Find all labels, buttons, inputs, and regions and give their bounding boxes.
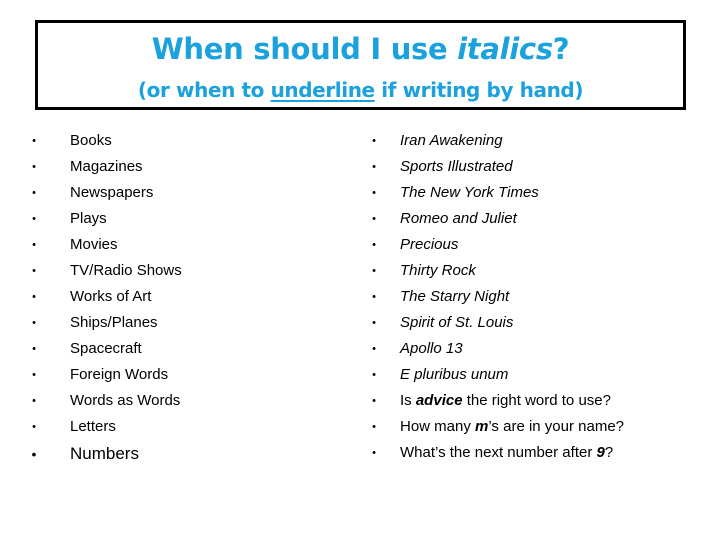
bullet-icon: •: [372, 447, 376, 459]
bullet-icon: •: [372, 187, 376, 199]
example-title: Precious: [400, 236, 459, 253]
example-sentence: Is advice the right word to use?: [400, 388, 611, 414]
list-item: • Books: [28, 128, 348, 154]
bullet-icon: •: [372, 239, 376, 251]
bullet-icon: •: [372, 395, 376, 407]
list-item: • Newspapers: [28, 180, 348, 206]
bullet-icon: •: [32, 239, 36, 251]
list-item: • E pluribus unum: [368, 362, 708, 388]
list-item: • Is advice the right word to use?: [368, 388, 708, 414]
bullet-icon: •: [372, 291, 376, 303]
list-item-text: Ships/Planes: [70, 314, 158, 331]
subtitle-emphasis: underline: [270, 78, 376, 102]
title-suffix: ?: [552, 32, 570, 66]
list-item: • Letters: [28, 414, 348, 440]
bullet-icon: •: [32, 265, 36, 277]
list-item: • The New York Times: [368, 180, 708, 206]
example-title: Thirty Rock: [400, 262, 476, 279]
list-item: • Sports Illustrated: [368, 154, 708, 180]
list-item-text: Works of Art: [70, 288, 152, 305]
bullet-icon: •: [32, 343, 36, 355]
bullet-icon: •: [372, 213, 376, 225]
bullet-icon: •: [32, 395, 36, 407]
page-title: When should I use italics?: [38, 31, 683, 67]
list-item: • The Starry Night: [368, 284, 708, 310]
bullet-icon: •: [32, 291, 36, 303]
list-item: • Thirty Rock: [368, 258, 708, 284]
bullet-icon: •: [372, 317, 376, 329]
bullet-icon: •: [32, 187, 36, 199]
bullet-icon: •: [372, 161, 376, 173]
sentence-after: ’s are in your name?: [488, 418, 625, 435]
title-emphasis: italics: [457, 32, 553, 66]
example-title: Sports Illustrated: [400, 158, 513, 175]
list-item: • Apollo 13: [368, 336, 708, 362]
list-item-text: Movies: [70, 236, 118, 253]
list-item: • Spirit of St. Louis: [368, 310, 708, 336]
bullet-icon: •: [32, 213, 36, 225]
list-item-text: Numbers: [70, 444, 139, 463]
sentence-after: ?: [604, 444, 614, 461]
title-prefix: When should I use: [151, 32, 458, 66]
example-list: • Iran Awakening • Sports Illustrated • The…: [368, 128, 708, 466]
list-item: • Magazines: [28, 154, 348, 180]
list-item: • Romeo and Juliet: [368, 206, 708, 232]
sentence-emphasis: advice: [415, 392, 463, 409]
list-item-text: Newspapers: [70, 184, 154, 201]
list-item: • How many m’s are in your name?: [368, 414, 708, 440]
list-item: • TV/Radio Shows: [28, 258, 348, 284]
example-title: The New York Times: [400, 184, 539, 201]
bullet-icon: •: [372, 369, 376, 381]
list-item: • Iran Awakening: [368, 128, 708, 154]
sentence-emphasis: 9: [596, 444, 605, 461]
list-item-text: Plays: [70, 210, 107, 227]
subtitle-prefix: (or when to: [137, 78, 271, 102]
bullet-icon: •: [32, 317, 36, 329]
list-item: • Words as Words: [28, 388, 348, 414]
example-sentence: How many m’s are in your name?: [400, 414, 624, 440]
bullet-icon: •: [372, 343, 376, 355]
example-title: Iran Awakening: [400, 132, 503, 149]
list-item-text: Foreign Words: [70, 366, 169, 383]
sentence-after: the right word to use?: [462, 392, 611, 409]
example-title: The Starry Night: [400, 288, 510, 305]
example-title: E pluribus unum: [400, 366, 509, 383]
example-title: Apollo 13: [400, 340, 463, 357]
list-item-text: Spacecraft: [70, 340, 142, 357]
title-box: When should I use italics? (or when to u…: [35, 20, 686, 110]
bullet-icon: •: [32, 161, 36, 173]
page-subtitle: (or when to underline if writing by hand…: [38, 77, 683, 103]
bullet-icon: •: [372, 135, 376, 147]
list-item-text: Words as Words: [70, 392, 181, 409]
list-item: • Works of Art: [28, 284, 348, 310]
bullet-icon: •: [32, 369, 36, 381]
list-item-text: Letters: [70, 418, 116, 435]
sentence-before: How many: [400, 418, 476, 435]
bullet-icon: •: [32, 135, 36, 147]
list-item: • Precious: [368, 232, 708, 258]
bullet-icon: •: [32, 421, 36, 433]
list-item: • Spacecraft: [28, 336, 348, 362]
list-item: • Movies: [28, 232, 348, 258]
example-title: Spirit of St. Louis: [400, 314, 514, 331]
list-item: • Foreign Words: [28, 362, 348, 388]
list-item-text: TV/Radio Shows: [70, 262, 182, 279]
sentence-emphasis: m: [475, 418, 489, 435]
list-item: • Plays: [28, 206, 348, 232]
sentence-before: Is: [400, 392, 416, 409]
sentence-before: What’s the next number after: [400, 444, 597, 461]
bullet-icon: •: [372, 265, 376, 277]
list-item: • Numbers: [28, 440, 348, 468]
bullet-icon: •: [372, 421, 376, 433]
subtitle-suffix: if writing by hand): [374, 78, 584, 102]
category-list: • Books • Magazines • Newspapers • Plays • Mo…: [28, 128, 348, 468]
example-sentence: What’s the next number after 9?: [400, 440, 613, 466]
list-item: • Ships/Planes: [28, 310, 348, 336]
list-item-text: Magazines: [70, 158, 143, 175]
list-item-text: Books: [70, 132, 112, 149]
list-item: • What’s the next number after 9?: [368, 440, 708, 466]
bullet-icon: •: [31, 446, 37, 462]
example-title: Romeo and Juliet: [400, 210, 517, 227]
